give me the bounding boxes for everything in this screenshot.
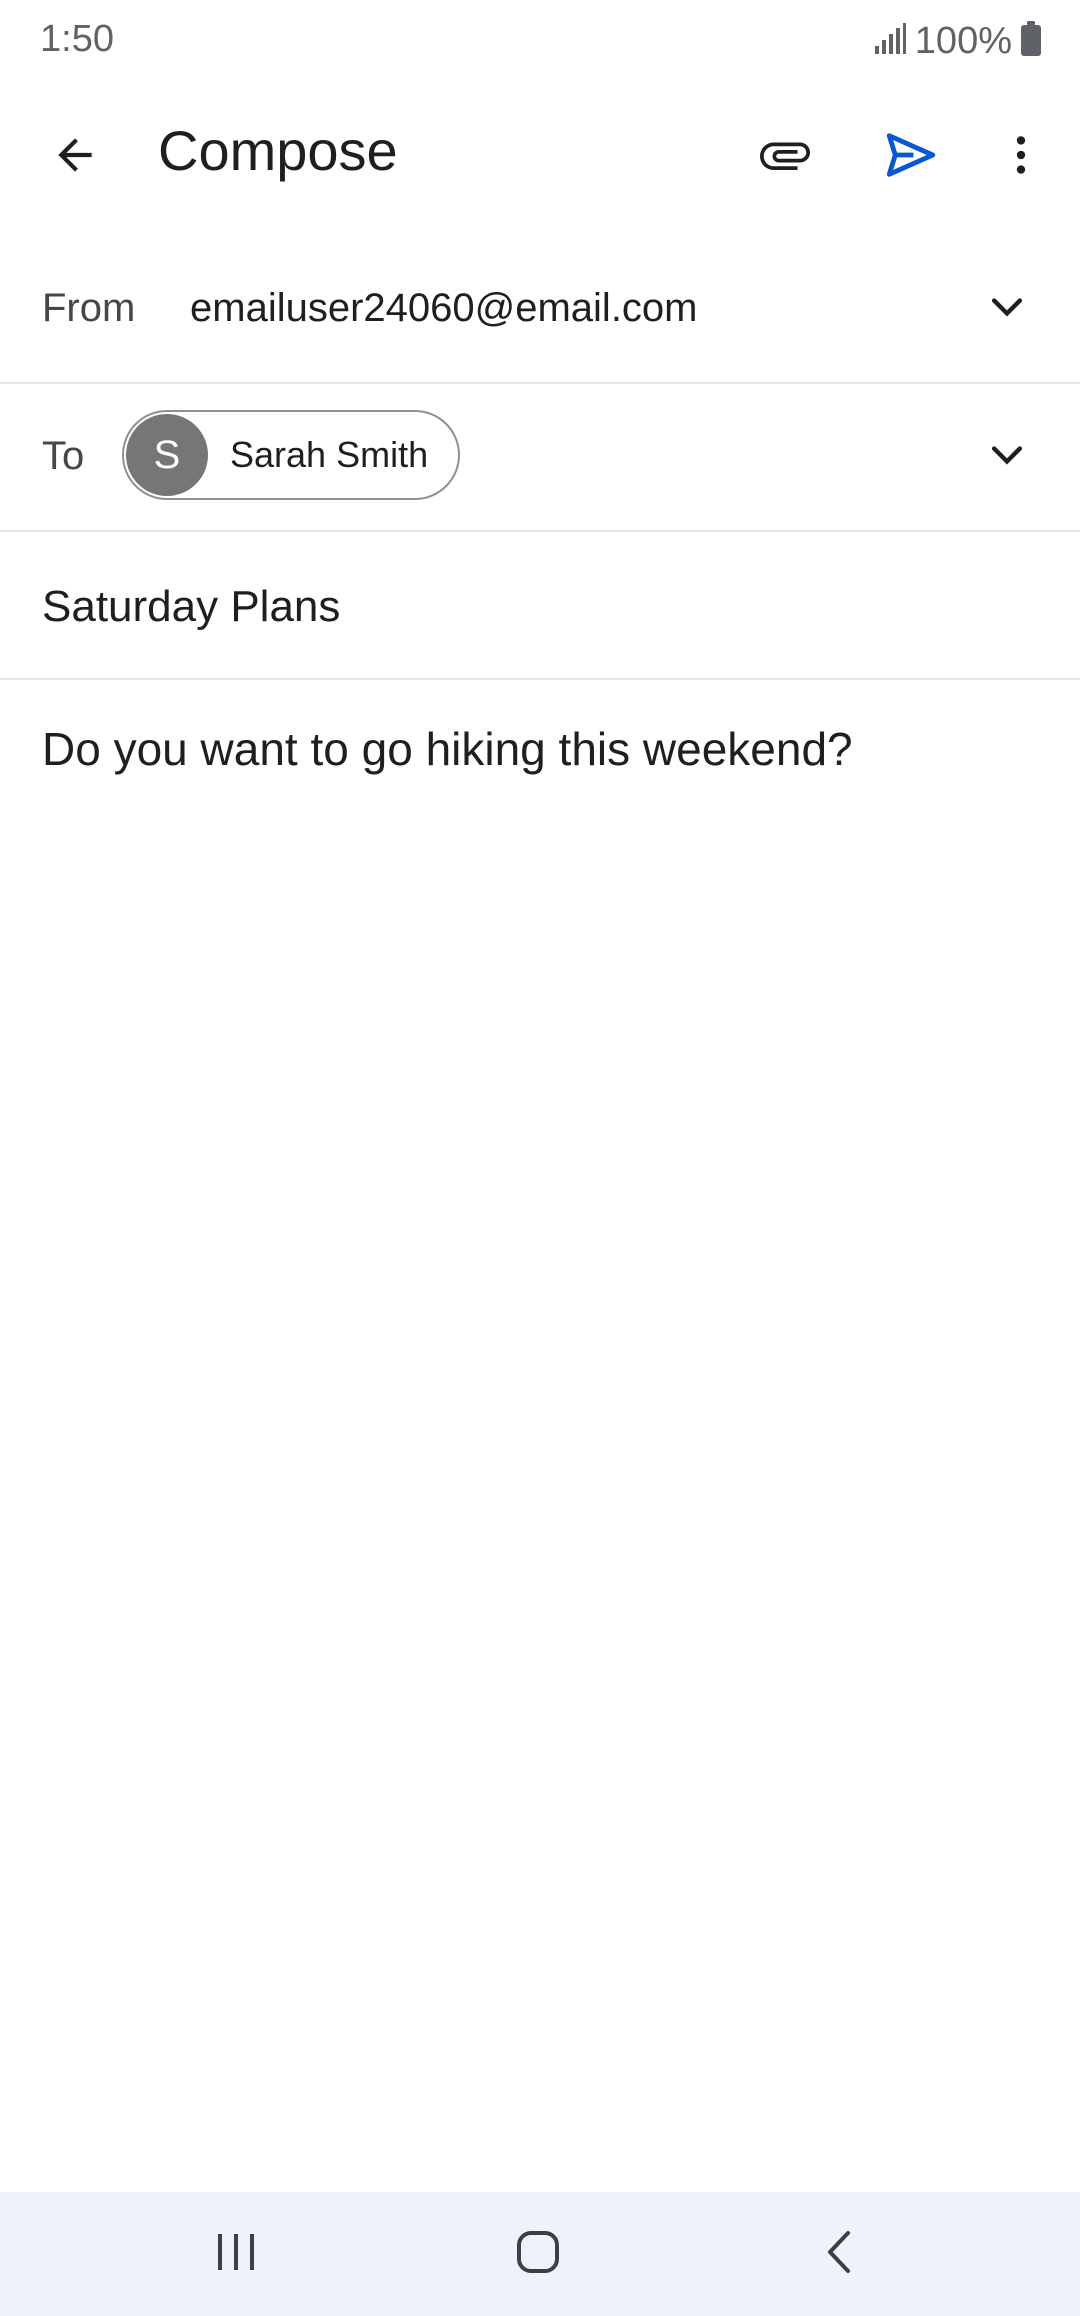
message-body-field[interactable]: Do you want to go hiking this weekend? [42, 722, 853, 776]
more-vert-icon [996, 130, 1046, 185]
status-time: 1:50 [40, 18, 114, 60]
from-label: From [42, 286, 136, 330]
avatar: S [126, 414, 208, 496]
to-row: To S Sarah Smith [0, 384, 1080, 532]
home-icon [515, 2229, 561, 2280]
send-icon [882, 126, 940, 189]
nav-back-icon [820, 2229, 860, 2280]
more-options-button[interactable] [976, 112, 1066, 202]
send-button[interactable] [866, 112, 956, 202]
status-bar: 1:50 100% [0, 0, 1080, 80]
recents-button[interactable] [186, 2214, 286, 2294]
from-expand-button[interactable] [974, 276, 1040, 342]
app-bar: Compose [0, 90, 1080, 210]
from-address[interactable]: emailuser24060@email.com [190, 286, 698, 331]
signal-icon [873, 22, 907, 61]
to-expand-button[interactable] [974, 424, 1040, 490]
status-right: 100% [873, 16, 1042, 66]
chevron-down-icon [985, 285, 1029, 334]
back-arrow-icon [50, 130, 100, 185]
subject-row[interactable]: Saturday Plans [0, 532, 1080, 680]
home-button[interactable] [488, 2214, 588, 2294]
attachment-icon [755, 125, 815, 190]
to-label: To [42, 434, 85, 478]
recipient-chip[interactable]: S Sarah Smith [122, 410, 461, 500]
subject-field[interactable]: Saturday Plans [42, 582, 340, 632]
system-nav-bar [0, 2192, 1080, 2316]
battery-percentage: 100% [914, 19, 1012, 62]
chevron-down-icon [985, 433, 1029, 482]
recents-icon [214, 2230, 258, 2279]
attach-button[interactable] [740, 112, 830, 202]
recipient-name: Sarah Smith [230, 434, 429, 475]
page-title: Compose [158, 119, 398, 182]
back-button[interactable] [30, 112, 120, 202]
battery-icon [1020, 20, 1042, 62]
nav-back-button[interactable] [790, 2214, 890, 2294]
from-row: From emailuser24060@email.com [0, 236, 1080, 384]
